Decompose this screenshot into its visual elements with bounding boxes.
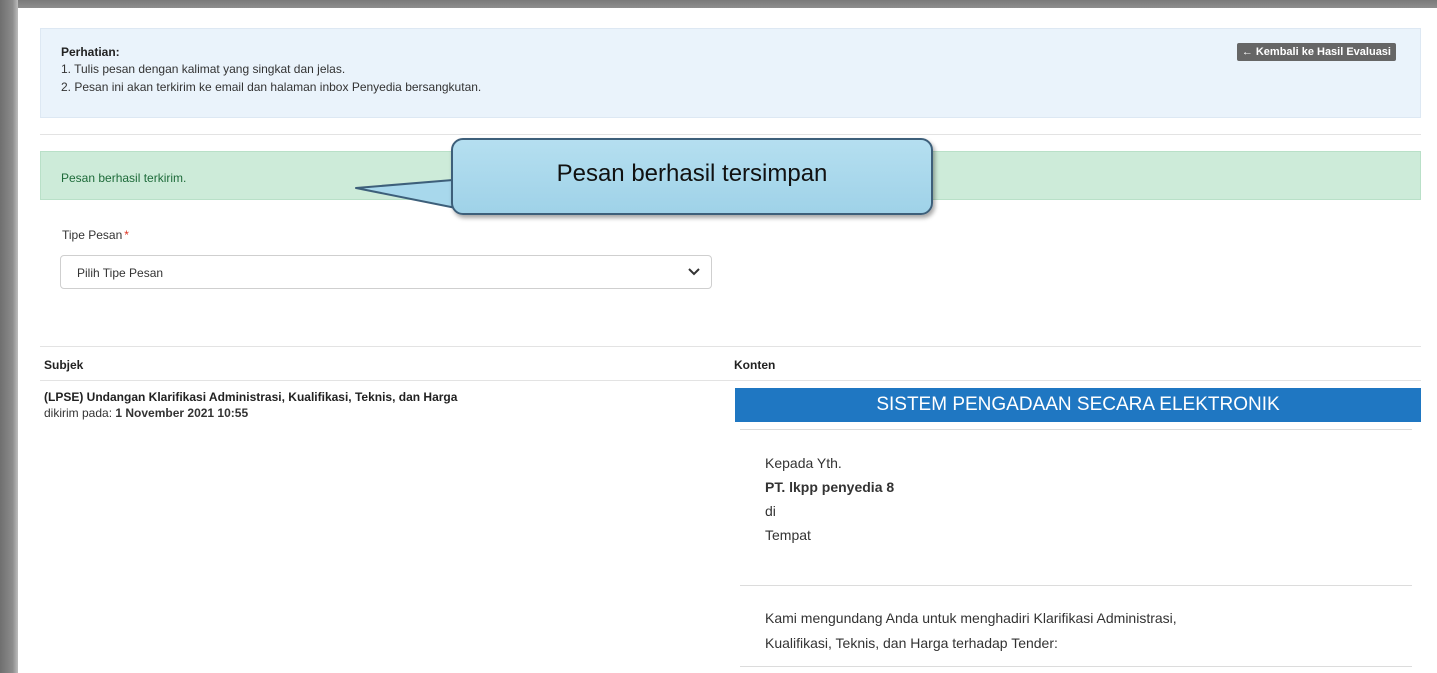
notice-box: Perhatian: 1. Tulis pesan dengan kalimat… bbox=[40, 28, 1421, 118]
email-di: di bbox=[765, 503, 776, 519]
email-divider bbox=[740, 429, 1412, 430]
email-body-line-1: Kami mengundang Anda untuk menghadiri Kl… bbox=[765, 610, 1177, 626]
back-to-evaluation-button[interactable]: ← Kembali ke Hasil Evaluasi bbox=[1236, 43, 1396, 61]
tipe-pesan-select[interactable]: Pilih Tipe Pesan bbox=[60, 255, 712, 289]
email-place: Tempat bbox=[765, 527, 811, 543]
tipe-pesan-select-value: Pilih Tipe Pesan bbox=[77, 266, 164, 280]
tipe-pesan-label: Tipe Pesan * bbox=[62, 228, 129, 242]
message-sent-date: dikirim pada: 1 November 2021 10:55 bbox=[44, 406, 248, 420]
annotation-callout: Pesan berhasil tersimpan bbox=[451, 138, 933, 215]
back-button-label: Kembali ke Hasil Evaluasi bbox=[1255, 46, 1391, 58]
email-body-line-2: Kualifikasi, Teknis, dan Harga terhadap … bbox=[765, 635, 1058, 651]
table-divider-bottom bbox=[40, 380, 1421, 381]
column-header-konten: Konten bbox=[734, 358, 776, 372]
success-alert-text: Pesan berhasil terkirim. bbox=[61, 171, 187, 185]
sent-date: 1 November 2021 10:55 bbox=[115, 406, 249, 420]
email-banner-text: SISTEM PENGADAAN SECARA ELEKTRONIK bbox=[876, 394, 1280, 415]
table-divider-top bbox=[40, 346, 1421, 347]
callout-text: Pesan berhasil tersimpan bbox=[556, 160, 828, 187]
email-recipient: PT. lkpp penyedia 8 bbox=[765, 479, 895, 495]
notice-line-1: 1. Tulis pesan dengan kalimat yang singk… bbox=[61, 62, 346, 76]
required-mark: * bbox=[124, 228, 129, 242]
chevron-down-icon bbox=[688, 268, 700, 276]
column-header-subjek: Subjek bbox=[44, 358, 84, 372]
email-divider bbox=[740, 666, 1412, 667]
notice-title: Perhatian: bbox=[61, 45, 120, 59]
message-subject: (LPSE) Undangan Klarifikasi Administrasi… bbox=[44, 390, 458, 404]
sent-prefix: dikirim pada: bbox=[44, 406, 113, 420]
arrow-left-icon: ← bbox=[1241, 46, 1253, 58]
email-greeting: Kepada Yth. bbox=[765, 455, 842, 471]
callout-pointer bbox=[355, 179, 457, 209]
email-header-banner: SISTEM PENGADAAN SECARA ELEKTRONIK bbox=[735, 388, 1421, 422]
screenshot-frame-top bbox=[0, 0, 1437, 8]
divider bbox=[40, 134, 1421, 135]
screenshot-frame-left bbox=[0, 0, 18, 673]
tipe-pesan-label-text: Tipe Pesan bbox=[62, 228, 123, 242]
page: Perhatian: 1. Tulis pesan dengan kalimat… bbox=[18, 8, 1437, 673]
notice-line-2: 2. Pesan ini akan terkirim ke email dan … bbox=[61, 80, 482, 94]
email-divider bbox=[740, 585, 1412, 586]
